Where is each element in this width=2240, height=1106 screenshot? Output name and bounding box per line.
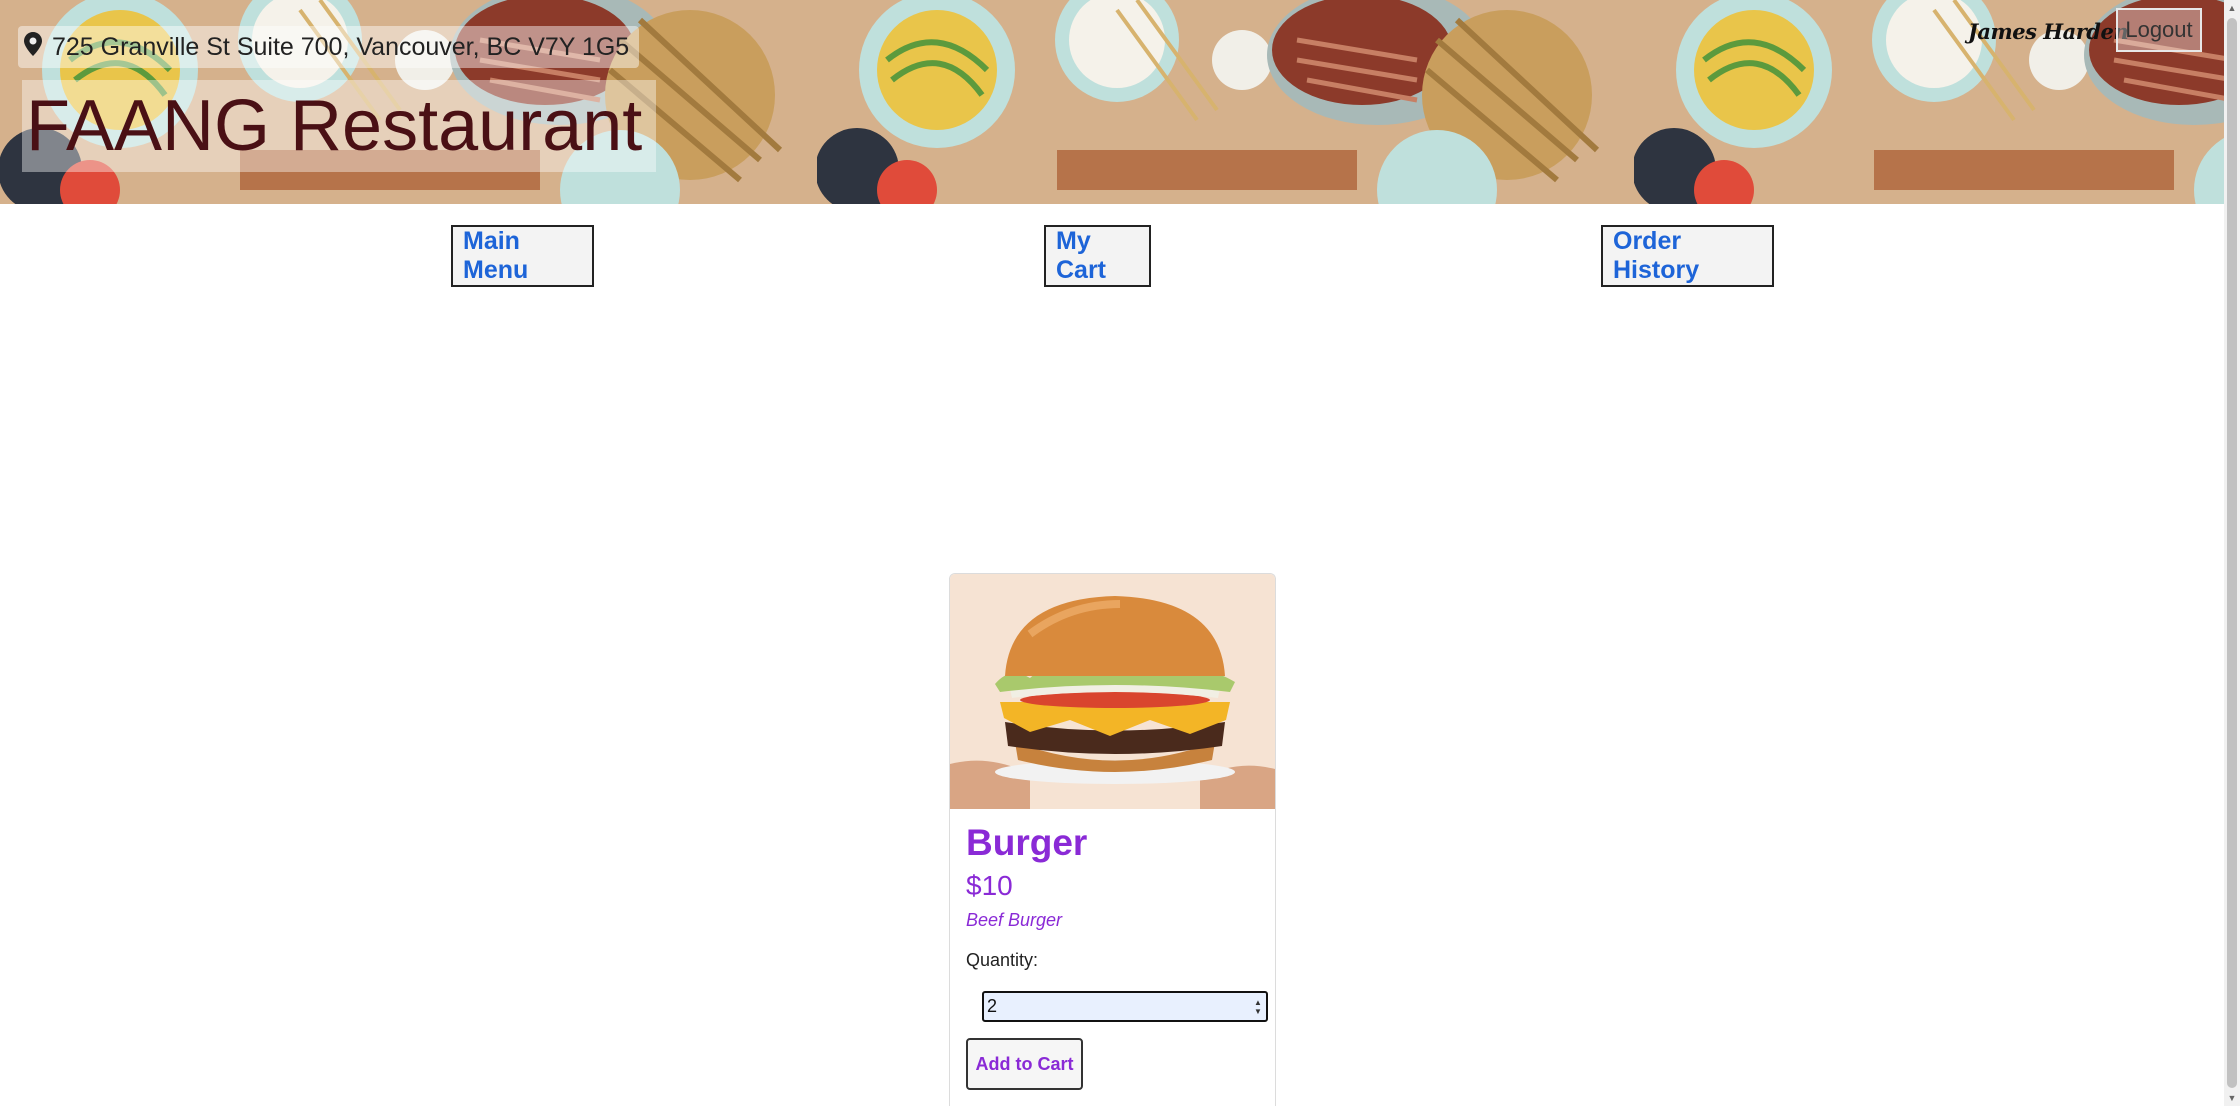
order-history-button[interactable]: Order History <box>1601 225 1774 287</box>
scroll-up-icon[interactable]: ▲ <box>2224 0 2240 16</box>
product-price: $10 <box>966 870 1013 901</box>
scroll-thumb[interactable] <box>2227 18 2237 1088</box>
my-cart-button[interactable]: My Cart <box>1044 225 1151 287</box>
address-text: 725 Granville St Suite 700, Vancouver, B… <box>52 32 630 61</box>
main-menu-button[interactable]: Main Menu <box>451 225 594 287</box>
page-title: FAANG Restaurant <box>22 80 657 172</box>
logout-button[interactable]: Logout <box>2116 8 2202 52</box>
product-description: Beef Burger <box>966 910 1063 930</box>
product-name: Burger <box>966 822 1088 863</box>
add-to-cart-button[interactable]: Add to Cart <box>966 1038 1083 1090</box>
page-scrollbar[interactable]: ▲ ▼ <box>2224 0 2240 1106</box>
map-pin-icon <box>24 31 42 63</box>
quantity-stepper[interactable]: ▲ ▼ <box>982 991 1268 1022</box>
spin-down-icon[interactable]: ▼ <box>1254 1007 1262 1016</box>
spin-up-icon[interactable]: ▲ <box>1254 998 1262 1007</box>
burger-image <box>950 574 1275 809</box>
scroll-down-icon[interactable]: ▼ <box>2224 1090 2240 1106</box>
product-card: Burger $10 Beef Burger Quantity: ▲ ▼ Add… <box>949 573 1276 1106</box>
user-name: James Harden <box>1968 19 2129 44</box>
quantity-spinner[interactable]: ▲ ▼ <box>1250 993 1266 1020</box>
restaurant-address: 725 Granville St Suite 700, Vancouver, B… <box>18 26 640 68</box>
quantity-input[interactable] <box>984 993 1250 1020</box>
quantity-label: Quantity: <box>966 950 1039 970</box>
food-banner-image <box>817 0 1634 204</box>
